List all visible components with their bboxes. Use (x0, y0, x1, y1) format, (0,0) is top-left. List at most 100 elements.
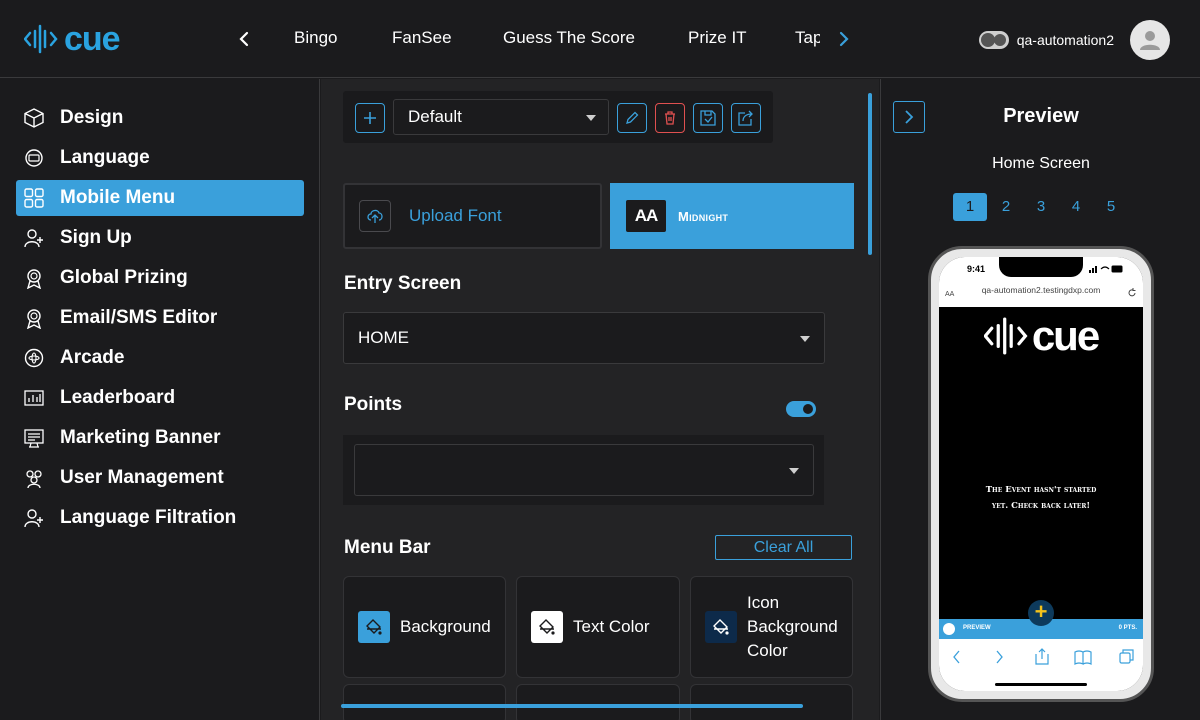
upload-font-label: Upload Font (409, 206, 502, 225)
sidebar-item-label: Language (60, 147, 150, 168)
text-color-card[interactable]: Text Color (516, 576, 680, 678)
avatar[interactable] (1130, 20, 1170, 60)
phone-mockup: 9:41 AA qa-automation2.testingdxp.com cu… (928, 246, 1154, 702)
users-icon (23, 467, 45, 489)
sidebar-item-email-sms-editor[interactable]: Email/SMS Editor (16, 300, 304, 336)
sidebar-item-label: Language Filtration (60, 507, 237, 528)
chevron-left-icon (239, 31, 249, 47)
sidebar-item-arcade[interactable]: Arcade (16, 340, 304, 376)
sidebar-item-label: Design (60, 107, 124, 128)
color-card-label: Background (400, 617, 491, 636)
clear-all-button[interactable]: Clear All (715, 535, 852, 560)
tab-guess-the-score[interactable]: Guess The Score (503, 28, 635, 48)
font-preview: AA (626, 200, 666, 232)
icon-background-color-card[interactable]: Icon Background Color (690, 576, 853, 678)
pencil-icon (626, 111, 639, 124)
chevron-down-icon (789, 468, 799, 474)
tab-prize-it[interactable]: Prize IT (688, 28, 747, 48)
theme-select-value: Default (408, 107, 462, 126)
color-card[interactable] (690, 684, 853, 720)
top-bar: cue Bingo FanSee Guess The Score Prize I… (0, 0, 1200, 78)
user-add-icon (23, 507, 45, 529)
points-title: Points (344, 394, 403, 415)
tab-tap[interactable]: Tap (795, 28, 820, 48)
phone-status-bar: 9:41 (939, 257, 1143, 283)
sidebar-item-global-prizing[interactable]: Global Prizing (16, 260, 304, 296)
theme-toolbar: Default (343, 91, 773, 143)
sidebar-item-sign-up[interactable]: Sign Up (16, 220, 304, 256)
nav-prev-button[interactable] (236, 28, 256, 50)
sidebar-item-label: Marketing Banner (60, 427, 221, 448)
page-1-button[interactable]: 1 (953, 193, 987, 221)
upload-font-button[interactable]: Upload Font (343, 183, 602, 249)
export-theme-button[interactable] (731, 103, 761, 133)
sidebar-item-label: Email/SMS Editor (60, 307, 218, 328)
app-logo: cue (939, 313, 1143, 359)
sidebar-item-language-filtration[interactable]: Language Filtration (16, 500, 304, 536)
background-color-card[interactable]: Background (343, 576, 506, 678)
grid-icon (23, 187, 45, 209)
entry-screen-value: HOME (358, 328, 409, 347)
paint-bucket-icon (531, 611, 563, 643)
paint-bucket-icon (358, 611, 390, 643)
vertical-scrollbar[interactable] (868, 93, 872, 255)
points-toggle[interactable] (786, 401, 816, 417)
app-logo-text: cue (1031, 312, 1100, 359)
sidebar-item-design[interactable]: Design (16, 100, 304, 136)
user-area: qa-automation2 (978, 20, 1170, 60)
sidebar-item-label: Sign Up (60, 227, 132, 248)
moon-icon (993, 34, 1006, 46)
cue-logo-icon (983, 317, 1028, 355)
theme-select[interactable]: Default (393, 99, 609, 135)
page-3-button[interactable]: 3 (1024, 193, 1058, 221)
award-icon (23, 307, 45, 329)
sidebar: Design Language Mobile Menu Sign Up Glob… (0, 79, 320, 720)
color-card-label: Text Color (573, 617, 650, 636)
award-icon (23, 267, 45, 289)
tab-bingo[interactable]: Bingo (294, 28, 337, 48)
theme-toggle[interactable] (978, 31, 1009, 49)
menu-bar-label: PREVIEW (963, 625, 991, 631)
font-name: Midnight (678, 208, 729, 224)
phone-notch (999, 257, 1083, 277)
paint-bucket-icon (705, 611, 737, 643)
phone-url-bar: AA qa-automation2.testingdxp.com (939, 283, 1143, 307)
color-card[interactable] (516, 684, 680, 720)
chevron-down-icon (586, 115, 596, 121)
share-icon (738, 110, 753, 126)
sidebar-item-mobile-menu[interactable]: Mobile Menu (16, 180, 304, 216)
font-option-midnight[interactable]: AA Midnight (610, 183, 854, 249)
edit-theme-button[interactable] (617, 103, 647, 133)
page-4-button[interactable]: 4 (1059, 193, 1093, 221)
browser-nav-icons (953, 648, 1134, 665)
sidebar-item-leaderboard[interactable]: Leaderboard (16, 380, 304, 416)
banner-icon (23, 427, 45, 449)
sidebar-item-label: Leaderboard (60, 387, 176, 408)
sidebar-item-marketing-banner[interactable]: Marketing Banner (16, 420, 304, 456)
fab-plus-button[interactable]: + (1028, 600, 1054, 626)
page-5-button[interactable]: 5 (1094, 193, 1128, 221)
sidebar-item-user-management[interactable]: User Management (16, 460, 304, 496)
add-theme-button[interactable] (355, 103, 385, 133)
horizontal-scrollbar[interactable] (341, 704, 803, 708)
screen-name: Home Screen (992, 155, 1090, 172)
color-card[interactable] (343, 684, 506, 720)
sidebar-item-language[interactable]: Language (16, 140, 304, 176)
browser-toolbar (939, 639, 1143, 691)
delete-theme-button[interactable] (655, 103, 685, 133)
entry-screen-select[interactable]: HOME (343, 312, 825, 364)
logo-text: cue (64, 20, 121, 58)
entry-screen-title: Entry Screen (344, 273, 462, 294)
event-message: The Event hasn't started yet. Check back… (985, 485, 1097, 511)
mobile-menu-editor: Default Upload Font AA Midnight Entry Sc… (321, 79, 879, 720)
color-card-label: Icon Background Color (747, 593, 838, 660)
points-select[interactable] (354, 444, 814, 496)
tab-fansee[interactable]: FanSee (392, 28, 452, 48)
logo[interactable]: cue (24, 20, 121, 58)
page-2-button[interactable]: 2 (989, 193, 1023, 221)
nav-next-button[interactable] (836, 28, 856, 50)
text-size-label: AA (945, 291, 955, 298)
reload-icon (1127, 288, 1137, 300)
save-theme-button[interactable] (693, 103, 723, 133)
profile-dot[interactable] (943, 623, 955, 635)
